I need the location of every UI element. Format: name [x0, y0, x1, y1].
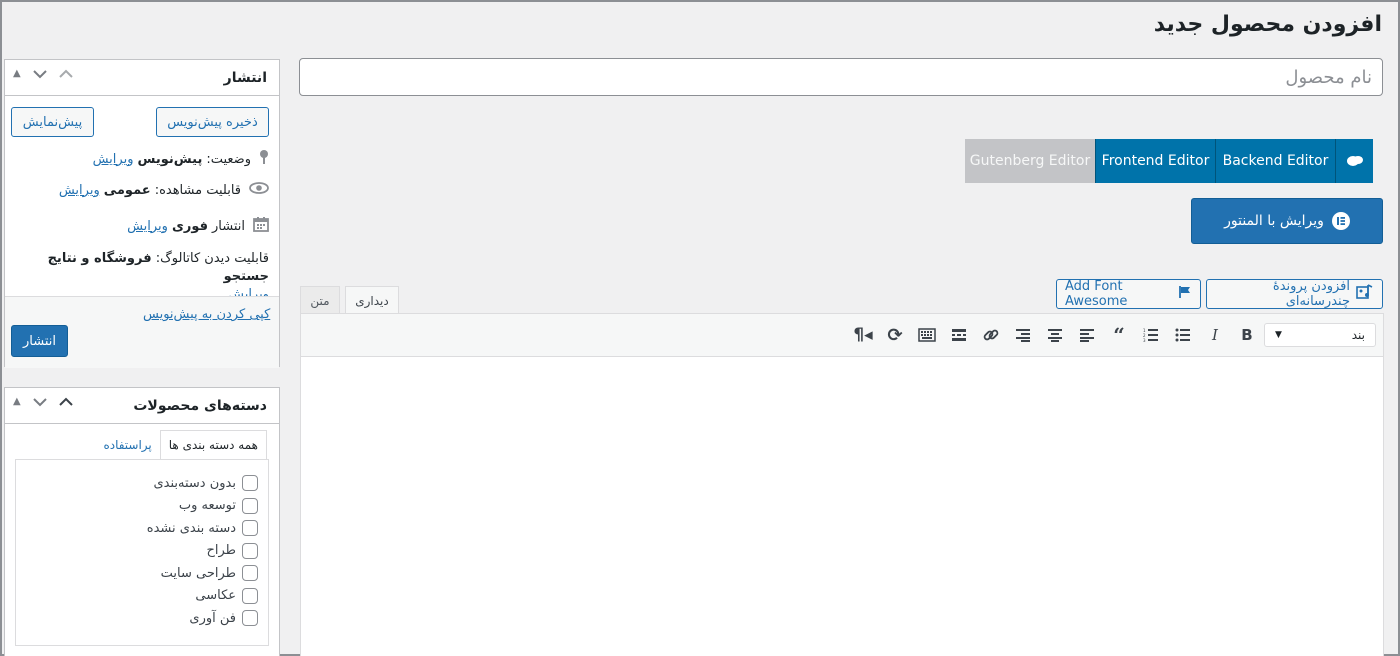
categories-box-header: دسته‌های محصولات ▲ [5, 388, 279, 424]
box-controls: ▲ [13, 396, 73, 410]
publish-edit-link[interactable]: ویرایش [127, 219, 168, 234]
category-item[interactable]: توسعه وب [16, 495, 268, 518]
tab-text[interactable]: متن [300, 286, 340, 314]
category-item[interactable]: طراحی سایت [16, 562, 268, 585]
product-name-input[interactable] [299, 58, 1383, 96]
category-checkbox[interactable] [242, 520, 258, 537]
elementor-icon [1331, 212, 1350, 230]
publish-actions: کپی کردن به پیش‌نویس انتشار [5, 296, 279, 368]
refresh-icon[interactable]: ⟳ [884, 324, 906, 346]
elementor-label: ویرایش با المنتور [1224, 213, 1324, 229]
product-categories-box: دسته‌های محصولات ▲ همه دسته بندی ها پراس… [4, 387, 280, 656]
catalog-label: قابلیت دیدن کاتالوگ: [155, 251, 269, 266]
categories-box-title: دسته‌های محصولات [133, 398, 267, 414]
svg-text:3: 3 [1143, 338, 1146, 342]
visibility-row: قابلیت مشاهده: عمومی ویرایش [59, 182, 269, 198]
chevron-down-icon[interactable] [32, 68, 47, 82]
visibility-value: عمومی [103, 182, 151, 198]
category-label: طراح [206, 543, 236, 559]
preview-button[interactable]: پیش‌نمایش [11, 107, 94, 137]
tab-visual[interactable]: دیداری [345, 286, 399, 314]
calendar-icon [253, 216, 269, 236]
category-item[interactable]: عکاسی [16, 585, 268, 608]
align-right-icon[interactable] [1012, 324, 1034, 346]
chevron-up-icon[interactable] [58, 68, 73, 82]
chevron-down-icon[interactable] [32, 396, 47, 410]
category-item[interactable]: فن آوری [16, 607, 268, 630]
status-row: وضعیت: پیش‌نویس ویرایش [93, 149, 269, 169]
category-label: بدون دسته‌بندی [153, 475, 236, 491]
category-checkbox[interactable] [242, 497, 258, 514]
paragraph-rtl-icon[interactable]: ¶◂ [852, 324, 874, 346]
category-checkbox[interactable] [242, 587, 258, 604]
publish-date-row: انتشار فوری ویرایش [127, 216, 269, 236]
save-draft-button[interactable]: ذخیره پیش‌نویس [156, 107, 269, 137]
format-select[interactable]: بند ▼ [1264, 323, 1376, 347]
align-left-icon[interactable] [1076, 324, 1098, 346]
chevron-down-icon: ▼ [1275, 330, 1282, 340]
publish-box: انتشار ▲ ذخیره پیش‌نویس پیش‌نمایش وضعیت:… [4, 59, 280, 368]
format-select-value: بند [1351, 328, 1365, 342]
add-media-button[interactable]: افزودن پروندهٔ چندرسانه‌ای [1206, 279, 1383, 309]
category-tabs: همه دسته بندی ها پراستفاده [95, 430, 267, 460]
publish-box-title: انتشار [223, 70, 267, 86]
publish-box-header: انتشار ▲ [5, 60, 279, 96]
category-checkbox[interactable] [242, 542, 258, 559]
bullet-list-icon[interactable] [1172, 324, 1194, 346]
gutenberg-editor-button[interactable]: Gutenberg Editor [965, 139, 1095, 183]
add-font-awesome-button[interactable]: Add Font Awesome [1056, 279, 1201, 309]
read-more-icon[interactable] [948, 324, 970, 346]
category-label: فن آوری [189, 610, 236, 626]
link-icon[interactable] [980, 324, 1002, 346]
media-icon [1356, 284, 1374, 304]
box-controls: ▲ [13, 68, 73, 82]
tab-most-used[interactable]: پراستفاده [95, 430, 159, 460]
category-item[interactable]: بدون دسته‌بندی [16, 472, 268, 495]
editor-switch-bar: Gutenberg Editor Frontend Editor Backend… [965, 139, 1373, 183]
status-value: پیش‌نویس [137, 151, 203, 167]
category-checkbox[interactable] [242, 610, 258, 627]
visibility-label: قابلیت مشاهده: [154, 182, 241, 198]
page-title: افزودن محصول جدید [1153, 12, 1382, 37]
category-label: عکاسی [195, 588, 236, 604]
eye-icon [249, 182, 269, 198]
bold-icon[interactable]: B [1236, 324, 1258, 346]
category-label: دسته بندی نشده [146, 520, 236, 536]
font-awesome-label: Add Font Awesome [1065, 279, 1128, 309]
category-label: طراحی سایت [160, 565, 236, 581]
align-center-icon[interactable] [1044, 324, 1066, 346]
move-down-icon[interactable]: ▲ [13, 396, 21, 410]
edit-with-elementor-button[interactable]: ویرایش با المنتور [1191, 198, 1383, 244]
publish-label: انتشار [212, 218, 245, 234]
publish-value: فوری [171, 218, 208, 234]
toolbar-toggle-icon[interactable] [916, 324, 938, 346]
move-down-icon[interactable]: ▲ [13, 68, 21, 82]
blockquote-icon[interactable]: “ [1108, 323, 1130, 347]
flag-icon [1178, 285, 1192, 303]
status-label: وضعیت: [206, 151, 251, 167]
editor-toolbar: بند ▼ B I 123 “ ⟳ ¶◂ [301, 314, 1383, 357]
status-edit-link[interactable]: ویرایش [93, 152, 134, 167]
category-item[interactable]: دسته بندی نشده [16, 517, 268, 540]
backend-editor-button[interactable]: Backend Editor [1215, 139, 1335, 183]
numbered-list-icon[interactable]: 123 [1140, 324, 1162, 346]
wpbakery-icon[interactable] [1335, 139, 1373, 183]
frontend-editor-button[interactable]: Frontend Editor [1095, 139, 1215, 183]
category-item[interactable]: طراح [16, 540, 268, 563]
category-checklist: بدون دسته‌بندی توسعه وب دسته بندی نشده ط… [15, 459, 269, 646]
publish-button[interactable]: انتشار [11, 325, 68, 357]
chevron-up-icon[interactable] [58, 396, 73, 410]
pin-icon [259, 149, 269, 169]
category-checkbox[interactable] [242, 565, 258, 582]
italic-icon[interactable]: I [1204, 324, 1226, 346]
tab-all-categories[interactable]: همه دسته بندی ها [159, 430, 267, 460]
content-editor[interactable]: بند ▼ B I 123 “ ⟳ ¶◂ [300, 313, 1384, 656]
copy-to-draft-link[interactable]: کپی کردن به پیش‌نویس [143, 307, 270, 322]
category-label: توسعه وب [178, 498, 236, 514]
category-checkbox[interactable] [242, 475, 258, 492]
add-media-label: افزودن پروندهٔ چندرسانه‌ای [1272, 279, 1350, 309]
visibility-edit-link[interactable]: ویرایش [59, 183, 100, 198]
